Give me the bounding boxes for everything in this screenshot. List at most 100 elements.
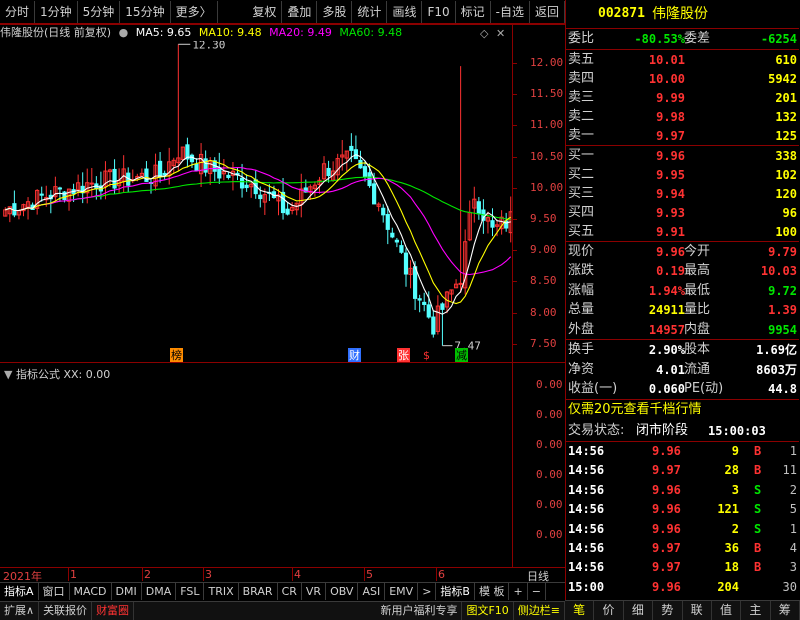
price-tick-label: 7.50 xyxy=(530,336,557,350)
ask-volume: 125 xyxy=(775,129,797,143)
period-1min-button[interactable]: 1分钟 xyxy=(35,0,78,23)
tab-trix[interactable]: TRIX xyxy=(204,583,239,600)
price-tick-label: 11.00 xyxy=(530,118,564,132)
candle-body xyxy=(422,301,427,305)
trade-status-time: 15:00:03 xyxy=(708,424,766,438)
candle-body xyxy=(399,245,404,253)
new-user-promo-link[interactable]: 新用户福利专享 xyxy=(376,602,463,620)
price-tick-label: 9.00 xyxy=(530,243,557,257)
related-quotes-button[interactable]: 关联报价 xyxy=(39,602,93,620)
wealth-circle-button[interactable]: 财富圈 xyxy=(92,602,135,620)
quote-tab[interactable]: 细 xyxy=(624,601,654,620)
tab-cr[interactable]: CR xyxy=(278,583,302,600)
tab-indicator-b[interactable]: 指标B xyxy=(436,583,475,600)
fundamental-value: 4.01 xyxy=(656,362,685,377)
tab-emv[interactable]: EMV xyxy=(385,583,419,600)
draw-line-button[interactable]: 画线 xyxy=(387,0,423,23)
quote-tab[interactable]: 势 xyxy=(653,601,683,620)
quote-value: 9954 xyxy=(768,322,797,337)
mark-button[interactable]: 标记 xyxy=(456,0,491,23)
bid-level-label: 买四 xyxy=(568,205,595,220)
candle-body xyxy=(403,252,409,275)
period-intraday-button[interactable]: 分时 xyxy=(0,0,36,23)
trade-status-row: 交易状态: 闭市阶段 15:00:03 xyxy=(566,421,799,441)
tick-count: 4 xyxy=(789,541,797,555)
overlay-button[interactable]: 叠加 xyxy=(282,0,318,23)
remove-watchlist-button[interactable]: -自选 xyxy=(491,0,530,23)
indicator-tick-label: 0.00 xyxy=(536,378,563,391)
quote-tab[interactable]: 联 xyxy=(683,601,712,620)
tick-volume: 28 xyxy=(724,463,739,478)
f10-graphic-button[interactable]: 图文F10 xyxy=(462,602,514,620)
quote-tab[interactable]: 价 xyxy=(594,601,624,620)
period-more-button[interactable]: 更多〉 xyxy=(171,0,218,23)
promo-text[interactable]: 仅需20元查看千档行情 xyxy=(568,400,702,420)
tab-obv[interactable]: OBV xyxy=(326,583,359,600)
quote-label: 最低 xyxy=(684,282,711,298)
multi-stock-button[interactable]: 多股 xyxy=(317,0,353,23)
promo-row[interactable]: 仅需20元查看千档行情 xyxy=(566,400,799,420)
add-window-button[interactable]: + xyxy=(509,583,528,600)
period-5min-button[interactable]: 5分钟 xyxy=(78,0,121,23)
quote-row: 现价 9.96 今开 9.79 xyxy=(566,242,799,262)
tick-count: 3 xyxy=(789,560,797,575)
month-label: 1 xyxy=(70,568,77,581)
quote-panel: 002871 伟隆股份 委比 -80.53% 委差 -6254 卖五 10.01 6… xyxy=(565,0,800,600)
month-tick xyxy=(292,567,293,581)
f10-button[interactable]: F10 xyxy=(422,0,456,23)
tick-time: 14:56 xyxy=(568,541,605,555)
ma60-value: MA60: 9.48 xyxy=(339,26,403,39)
tab-vr[interactable]: VR xyxy=(302,583,327,600)
quote-value: 9.79 xyxy=(768,245,797,259)
tab-window[interactable]: 窗口 xyxy=(39,583,70,600)
quote-panel-tabs: 笔价细势联值主筹 xyxy=(565,600,800,620)
quote-tab[interactable]: 值 xyxy=(712,601,742,620)
sidebar-toggle-button[interactable]: 侧边栏≡ xyxy=(514,602,565,620)
bid-volume: 120 xyxy=(775,187,797,201)
period-15min-button[interactable]: 15分钟 xyxy=(120,0,171,23)
tick-count: 2 xyxy=(789,482,797,497)
month-label: 4 xyxy=(294,568,301,581)
diamond-icon[interactable]: ◇ xyxy=(480,27,488,40)
tab-dma[interactable]: DMA xyxy=(142,583,177,600)
tab-brar[interactable]: BRAR xyxy=(239,583,278,600)
tab-asi[interactable]: ASI xyxy=(358,583,386,600)
statistics-button[interactable]: 统计 xyxy=(352,0,388,23)
indicator-tick-label: 0.00 xyxy=(536,408,563,421)
indicator-dropdown-icon[interactable]: ▼ xyxy=(4,368,12,381)
quote-tab[interactable]: 笔 xyxy=(565,601,595,620)
close-icon[interactable]: ✕ xyxy=(496,27,505,40)
candle-body xyxy=(385,214,390,230)
month-tick xyxy=(203,567,204,581)
event-marker-label: 财 xyxy=(349,348,360,362)
bid-price: 9.96 xyxy=(656,149,685,163)
month-tick xyxy=(142,567,143,581)
candle-body xyxy=(326,167,331,177)
tab-template[interactable]: 模 板 xyxy=(475,583,510,600)
remove-window-button[interactable]: − xyxy=(528,583,546,600)
indicator-panel[interactable]: ▼ 指标公式 XX: 0.00 xyxy=(0,364,565,567)
quote-row: 涨跌 0.19 最高 10.03 xyxy=(566,261,799,281)
tab-more-arrow[interactable]: > xyxy=(418,583,437,600)
adjust-button[interactable]: 复权 xyxy=(247,0,283,23)
tab-macd[interactable]: MACD xyxy=(70,583,112,600)
ask-level-label: 卖三 xyxy=(568,90,595,105)
quote-tab[interactable]: 筹 xyxy=(771,601,800,620)
fundamental-label: 股本 xyxy=(684,342,711,357)
indicator-tick-label: 0.00 xyxy=(536,468,563,481)
order-ratio-value: -80.53% xyxy=(634,32,685,46)
indicator-tick-label: 0.00 xyxy=(536,498,563,511)
back-button[interactable]: 返回 xyxy=(530,0,565,23)
ask-price: 9.98 xyxy=(656,110,685,124)
candle-body xyxy=(390,232,395,238)
candle-body xyxy=(431,316,436,335)
ask-price: 10.00 xyxy=(648,72,685,86)
settings-dot-icon[interactable]: ● xyxy=(119,26,129,39)
kline-chart-area[interactable]: 12.30 7.47 榜财张 $ 减 xyxy=(0,41,565,363)
tab-fsl[interactable]: FSL xyxy=(176,583,205,600)
tab-dmi[interactable]: DMI xyxy=(112,583,142,600)
quote-value: 10.03 xyxy=(760,264,797,279)
tab-indicator-a[interactable]: 指标A xyxy=(0,583,39,600)
quote-tab[interactable]: 主 xyxy=(741,601,771,620)
expand-button[interactable]: 扩展∧ xyxy=(0,602,40,620)
